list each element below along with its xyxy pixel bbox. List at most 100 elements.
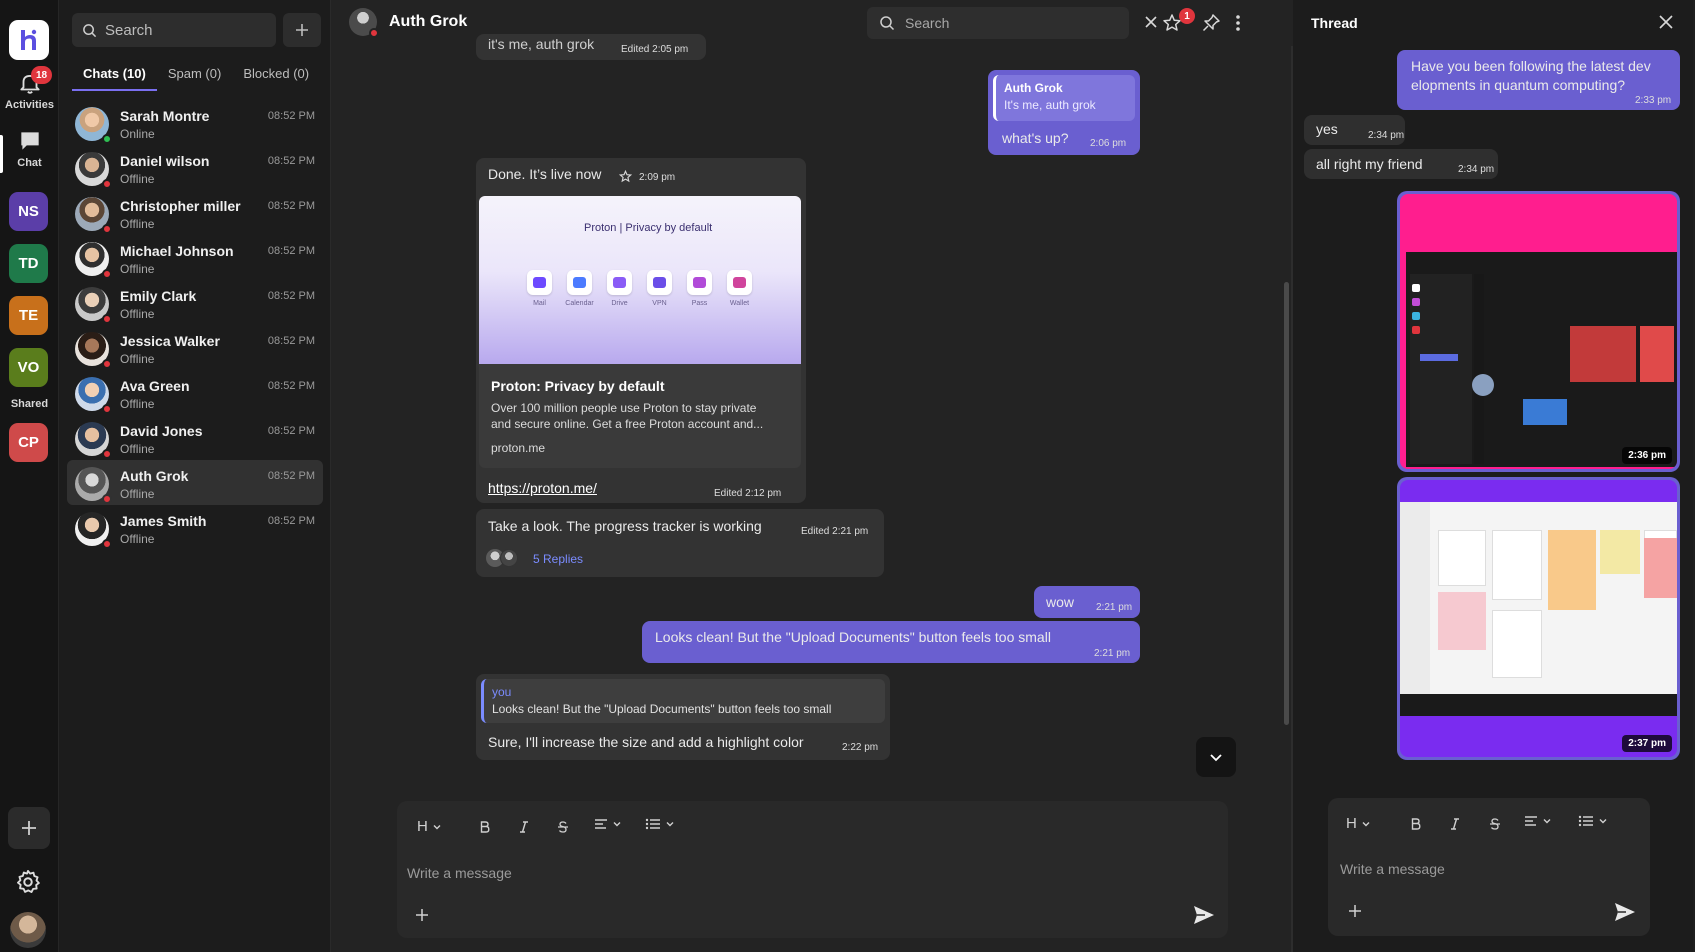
workspace-ns[interactable]: NS xyxy=(9,192,48,231)
message-bubble[interactable]: Take a look. The progress tracker is wor… xyxy=(476,509,884,577)
heading-dropdown[interactable]: H xyxy=(1346,815,1371,832)
card-description-line: and secure online. Get a free Proton acc… xyxy=(491,417,764,431)
thread-message[interactable]: yes 2:34 pm xyxy=(1304,115,1405,145)
thread-replies-link[interactable]: 5 Replies xyxy=(533,552,583,566)
chat-status: Offline xyxy=(120,172,155,186)
bold-icon[interactable] xyxy=(480,821,490,833)
list-dropdown[interactable] xyxy=(645,818,675,830)
message-bubble[interactable]: it's me, auth grok Edited 2:05 pm xyxy=(476,34,706,60)
workspace-cp[interactable]: CP xyxy=(9,423,48,462)
message-bubble[interactable]: you Looks clean! But the "Upload Documen… xyxy=(476,674,890,760)
chat-row[interactable]: David Jones Offline 08:52 PM xyxy=(67,415,323,460)
app-logo-icon[interactable] xyxy=(9,20,49,60)
list-dropdown[interactable] xyxy=(1578,815,1608,827)
chat-name: Ava Green xyxy=(120,378,190,394)
bullet-list-icon xyxy=(1578,815,1593,827)
scroll-to-bottom-button[interactable] xyxy=(1196,737,1236,777)
activities-button[interactable]: 18 Activities xyxy=(0,66,59,111)
message-scrollbar[interactable] xyxy=(1284,282,1289,725)
thread-image-message[interactable]: 2:37 pm xyxy=(1397,477,1680,760)
chat-time: 08:52 PM xyxy=(267,380,315,392)
star-outline-icon[interactable] xyxy=(619,170,632,183)
chat-row[interactable]: Emily Clark Offline 08:52 PM xyxy=(67,280,323,325)
vpn-app-icon: VPN xyxy=(647,270,672,307)
strikethrough-icon[interactable] xyxy=(557,821,569,833)
chat-row[interactable]: James Smith Offline 08:52 PM xyxy=(67,505,323,550)
link-url[interactable]: https://proton.me/ xyxy=(488,480,597,496)
message-time: 2:22 pm xyxy=(842,742,879,753)
attach-plus-icon[interactable] xyxy=(415,908,429,922)
chat-search-input[interactable]: Search xyxy=(72,13,276,47)
chat-time: 08:52 PM xyxy=(267,155,315,167)
contact-avatar[interactable] xyxy=(349,8,379,38)
preview-app-row: Mail Calendar Drive VPN Pass Wallet xyxy=(527,270,752,307)
chevron-down-icon xyxy=(433,824,441,829)
plus-icon xyxy=(22,821,36,835)
user-avatar[interactable] xyxy=(10,912,46,948)
new-chat-button[interactable] xyxy=(283,13,321,47)
attach-plus-icon[interactable] xyxy=(1348,904,1362,918)
bold-icon[interactable] xyxy=(1411,818,1421,830)
workspace-vo[interactable]: VO xyxy=(9,348,48,387)
chat-rows: Sarah Montre Online 08:52 PM Daniel wilson… xyxy=(67,100,323,550)
more-options-icon[interactable] xyxy=(1235,13,1241,33)
thread-message-outgoing[interactable]: Have you been following the latest dev e… xyxy=(1397,50,1680,110)
thread-image-message[interactable]: 2:36 pm xyxy=(1397,191,1680,472)
chat-row[interactable]: Christopher miller Offline 08:52 PM xyxy=(67,190,323,235)
close-thread-icon[interactable] xyxy=(1658,14,1674,30)
status-dot xyxy=(102,539,112,549)
link-preview-card[interactable]: Proton | Privacy by default Mail Calenda… xyxy=(479,196,801,468)
message-text: all right my friend xyxy=(1316,156,1423,172)
thread-message-input[interactable]: Write a message xyxy=(1340,861,1445,877)
align-dropdown[interactable] xyxy=(594,818,622,830)
chat-status: Offline xyxy=(120,532,155,546)
pin-icon[interactable] xyxy=(1201,13,1221,33)
message-input[interactable]: Write a message xyxy=(407,865,512,881)
chat-row[interactable]: Sarah Montre Online 08:52 PM xyxy=(67,100,323,145)
chat-status: Offline xyxy=(120,217,155,231)
italic-icon[interactable] xyxy=(519,821,529,833)
reply-quote[interactable]: you Looks clean! But the "Upload Documen… xyxy=(481,679,885,723)
tab-chats[interactable]: Chats (10) xyxy=(72,66,157,91)
status-dot xyxy=(102,269,112,279)
wallet-app-icon: Wallet xyxy=(727,270,752,307)
chat-row[interactable]: Jessica Walker Offline 08:52 PM xyxy=(67,325,323,370)
close-search-icon[interactable] xyxy=(1143,14,1159,30)
screenshot-image xyxy=(1400,194,1677,469)
chat-row-selected[interactable]: Auth Grok Offline 08:52 PM xyxy=(67,460,323,505)
chat-status: Offline xyxy=(120,397,155,411)
message-bubble-outgoing[interactable]: wow 2:21 pm xyxy=(1034,586,1140,618)
message-composer: H Write a message xyxy=(397,801,1228,938)
chat-button[interactable]: Chat xyxy=(0,128,59,169)
add-workspace-button[interactable] xyxy=(8,807,50,849)
send-icon[interactable] xyxy=(1193,905,1215,925)
chevron-down-icon xyxy=(1362,821,1370,826)
chat-name: Christopher miller xyxy=(120,198,241,214)
chat-row[interactable]: Daniel wilson Offline 08:52 PM xyxy=(67,145,323,190)
workspace-te[interactable]: TE xyxy=(9,296,48,335)
chevron-down-icon xyxy=(1543,819,1551,824)
align-dropdown[interactable] xyxy=(1524,815,1552,827)
settings-button[interactable] xyxy=(14,868,42,901)
tab-blocked[interactable]: Blocked (0) xyxy=(232,66,320,91)
strikethrough-icon[interactable] xyxy=(1489,818,1501,830)
italic-icon[interactable] xyxy=(1450,818,1460,830)
message-bubble-outgoing[interactable]: Looks clean! But the "Upload Documents" … xyxy=(642,621,1140,663)
chat-row[interactable]: Michael Johnson Offline 08:52 PM xyxy=(67,235,323,280)
send-icon[interactable] xyxy=(1614,902,1636,922)
chevron-down-icon xyxy=(666,822,674,827)
chat-row[interactable]: Ava Green Offline 08:52 PM xyxy=(67,370,323,415)
status-dot xyxy=(102,359,112,369)
conversation-title: Auth Grok xyxy=(389,13,468,30)
message-bubble-outgoing[interactable]: Auth Grok It's me, auth grok what's up? … xyxy=(988,70,1140,155)
drive-app-icon: Drive xyxy=(607,270,632,307)
heading-dropdown[interactable]: H xyxy=(417,818,442,835)
reply-text: It's me, auth grok xyxy=(1004,98,1096,112)
reply-quote[interactable]: Auth Grok It's me, auth grok xyxy=(993,75,1135,121)
message-search-input[interactable]: Search xyxy=(867,7,1129,39)
workspace-td[interactable]: TD xyxy=(9,244,48,283)
thread-message[interactable]: all right my friend 2:34 pm xyxy=(1304,149,1498,179)
tab-spam[interactable]: Spam (0) xyxy=(157,66,232,91)
chat-name: James Smith xyxy=(120,513,207,529)
chat-time: 08:52 PM xyxy=(267,515,315,527)
